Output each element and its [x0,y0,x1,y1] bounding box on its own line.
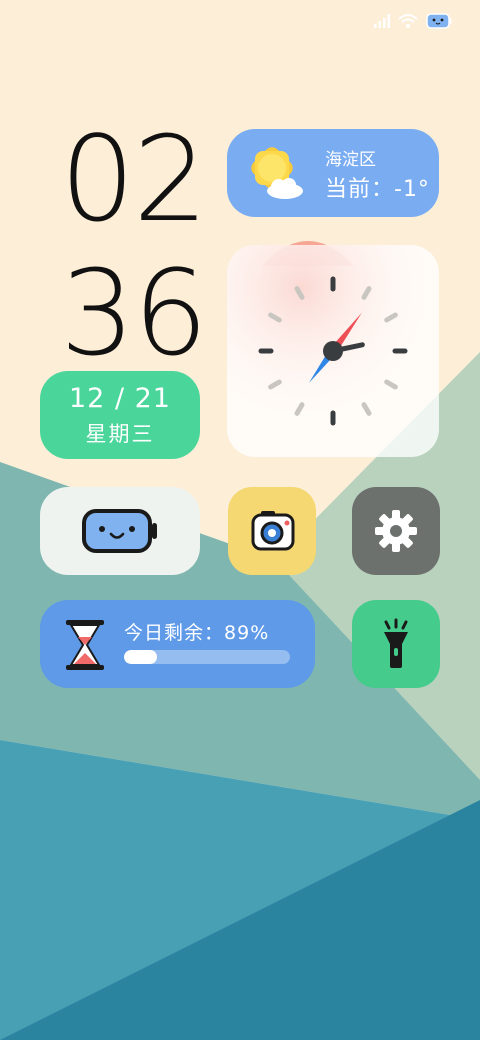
day-remaining-label: 今日剩余：89% [124,622,270,644]
date-widget[interactable]: 12 / 21 星期三 [40,371,200,459]
weekday-text: 星期三 [85,422,155,446]
analog-clock-face [227,245,439,457]
flashlight-app[interactable] [352,600,440,688]
camera-icon [251,511,295,551]
home-screen: 02 36 12 / 21 星期三 海淀区 当前：-1° 今日剩余：89% [0,0,480,1040]
sun-cloud-icon [251,147,303,199]
weather-location: 海淀区 [325,150,376,170]
day-remaining-progress [124,650,290,664]
analog-clock-widget[interactable] [227,245,439,457]
day-remaining-progress-fill [124,650,158,664]
battery-robot-widget[interactable] [40,487,200,575]
battery-robot-icon [426,13,452,29]
date-text: 12 / 21 [69,383,171,414]
robot-battery-icon [82,509,157,553]
weather-current-temp: 当前：-1° [325,177,430,202]
wifi-icon [398,14,418,28]
clock-hub [323,341,343,361]
weather-widget[interactable]: 海淀区 当前：-1° [227,129,439,217]
flashlight-icon [384,618,408,668]
settings-app[interactable] [352,487,440,575]
gear-icon [375,510,417,552]
day-remaining-percent: 89% [224,622,270,644]
clock-hours: 02 [60,110,208,248]
clock-minutes: 36 [60,244,208,382]
status-bar [374,10,452,32]
camera-app[interactable] [228,487,316,575]
hourglass-icon [66,620,104,670]
signal-icon [374,14,390,28]
day-remaining-widget[interactable]: 今日剩余：89% [40,600,315,688]
